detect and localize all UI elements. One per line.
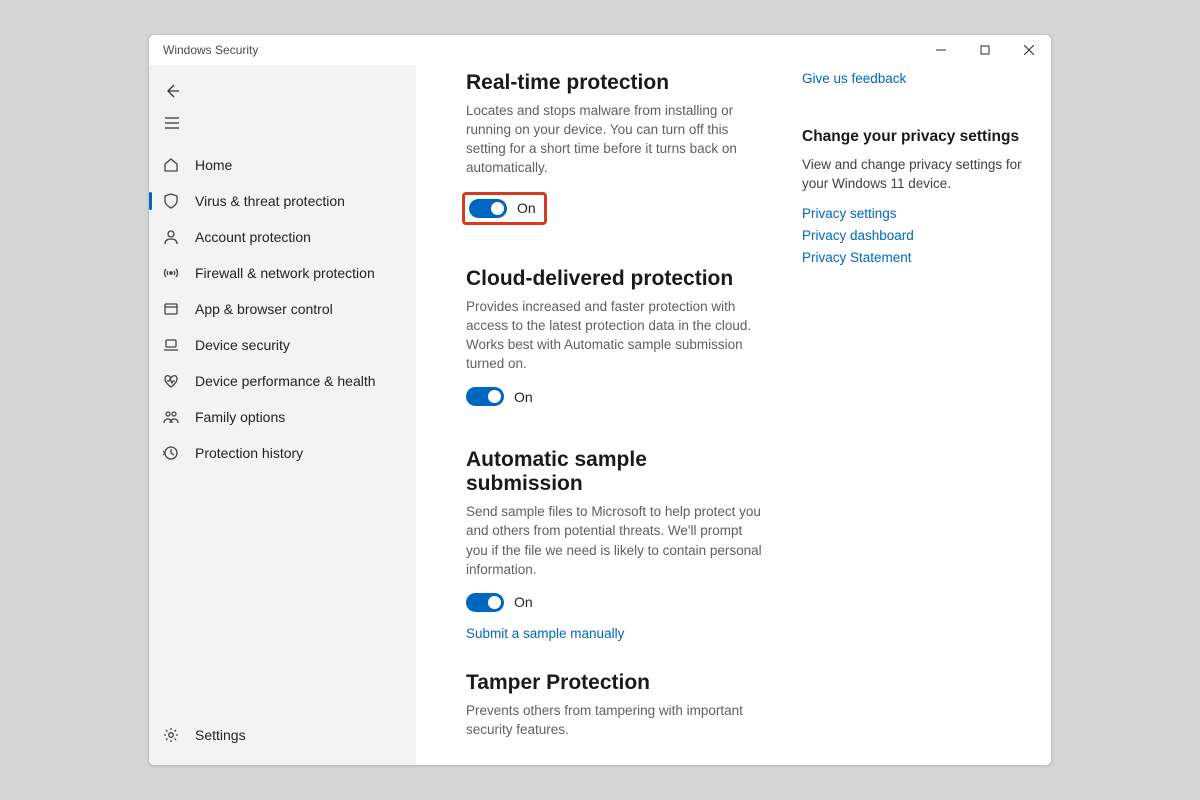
home-icon bbox=[163, 157, 179, 173]
feedback-link[interactable]: Give us feedback bbox=[802, 71, 1031, 86]
nav-item-home[interactable]: Home bbox=[149, 147, 416, 183]
privacy-dashboard-link[interactable]: Privacy dashboard bbox=[802, 228, 1031, 243]
heart-icon bbox=[163, 373, 179, 389]
nav-label: Family options bbox=[195, 409, 285, 425]
gear-icon bbox=[163, 727, 179, 743]
toggle-state-label: On bbox=[514, 389, 533, 405]
nav-label: App & browser control bbox=[195, 301, 333, 317]
submit-sample-link[interactable]: Submit a sample manually bbox=[466, 626, 766, 641]
nav-label: Settings bbox=[195, 727, 246, 743]
people-icon bbox=[163, 409, 179, 425]
minimize-button[interactable] bbox=[919, 35, 963, 65]
back-button[interactable] bbox=[152, 75, 192, 107]
nav-item-performance[interactable]: Device performance & health bbox=[149, 363, 416, 399]
realtime-toggle[interactable] bbox=[469, 199, 507, 218]
window-icon bbox=[163, 301, 179, 317]
shield-icon bbox=[163, 193, 179, 209]
sample-toggle-row: On bbox=[466, 593, 766, 612]
aside-panel: Give us feedback Change your privacy set… bbox=[766, 71, 1031, 765]
privacy-description: View and change privacy settings for you… bbox=[802, 156, 1031, 194]
nav-item-firewall[interactable]: Firewall & network protection bbox=[149, 255, 416, 291]
sample-toggle[interactable] bbox=[466, 593, 504, 612]
section-tamper: Tamper Protection Prevents others from t… bbox=[466, 671, 766, 753]
history-icon bbox=[163, 445, 179, 461]
section-description: Send sample files to Microsoft to help p… bbox=[466, 502, 766, 579]
section-title: Cloud-delivered protection bbox=[466, 267, 766, 291]
close-button[interactable] bbox=[1007, 35, 1051, 65]
nav-item-settings[interactable]: Settings bbox=[149, 717, 416, 753]
cloud-toggle-row: On bbox=[466, 387, 766, 406]
nav-label: Protection history bbox=[195, 445, 303, 461]
cloud-toggle[interactable] bbox=[466, 387, 504, 406]
privacy-statement-link[interactable]: Privacy Statement bbox=[802, 250, 1031, 265]
section-realtime: Real-time protection Locates and stops m… bbox=[466, 71, 766, 225]
person-icon bbox=[163, 229, 179, 245]
nav-item-virus-threat[interactable]: Virus & threat protection bbox=[149, 183, 416, 219]
section-description: Provides increased and faster protection… bbox=[466, 297, 766, 374]
nav-item-app-browser[interactable]: App & browser control bbox=[149, 291, 416, 327]
nav-label: Account protection bbox=[195, 229, 311, 245]
laptop-icon bbox=[163, 337, 179, 353]
section-title: Automatic sample submission bbox=[466, 448, 766, 496]
section-title: Real-time protection bbox=[466, 71, 766, 95]
app-window: Windows Security Hom bbox=[148, 34, 1052, 766]
window-title: Windows Security bbox=[163, 43, 258, 57]
section-description: Prevents others from tampering with impo… bbox=[466, 701, 766, 739]
nav-label: Device security bbox=[195, 337, 290, 353]
main-content: Real-time protection Locates and stops m… bbox=[466, 71, 766, 765]
nav-label: Home bbox=[195, 157, 232, 173]
sidebar: Home Virus & threat protection Account p… bbox=[149, 65, 416, 765]
nav-item-family[interactable]: Family options bbox=[149, 399, 416, 435]
maximize-button[interactable] bbox=[963, 35, 1007, 65]
nav-item-account[interactable]: Account protection bbox=[149, 219, 416, 255]
realtime-toggle-row: On bbox=[462, 192, 547, 225]
privacy-heading: Change your privacy settings bbox=[802, 128, 1031, 146]
privacy-settings-link[interactable]: Privacy settings bbox=[802, 206, 1031, 221]
titlebar: Windows Security bbox=[149, 35, 1051, 65]
window-controls bbox=[919, 35, 1051, 65]
section-title: Tamper Protection bbox=[466, 671, 766, 695]
nav-item-protection-history[interactable]: Protection history bbox=[149, 435, 416, 471]
nav-item-device-security[interactable]: Device security bbox=[149, 327, 416, 363]
nav-label: Virus & threat protection bbox=[195, 193, 345, 209]
toggle-state-label: On bbox=[517, 200, 536, 216]
section-sample: Automatic sample submission Send sample … bbox=[466, 448, 766, 641]
section-cloud: Cloud-delivered protection Provides incr… bbox=[466, 267, 766, 407]
hamburger-button[interactable] bbox=[152, 107, 192, 139]
antenna-icon bbox=[163, 265, 179, 281]
section-description: Locates and stops malware from installin… bbox=[466, 101, 766, 178]
toggle-state-label: On bbox=[514, 594, 533, 610]
nav-label: Device performance & health bbox=[195, 373, 376, 389]
nav-label: Firewall & network protection bbox=[195, 265, 375, 281]
